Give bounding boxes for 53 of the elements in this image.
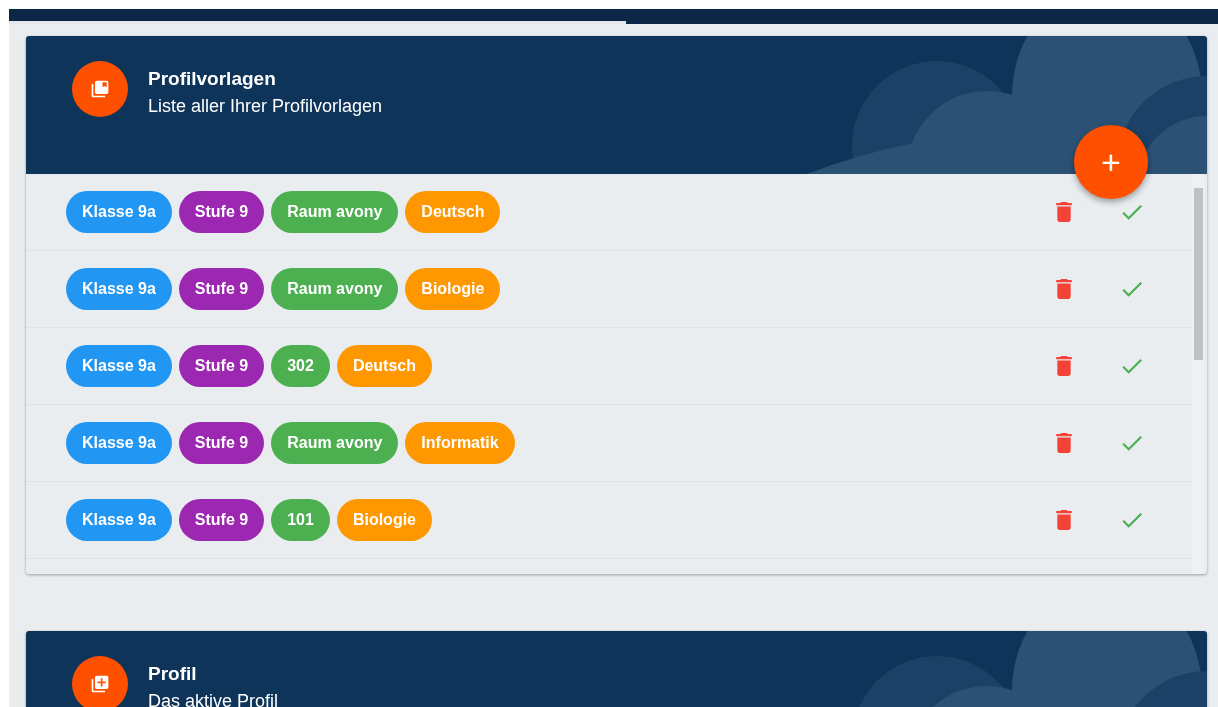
- apply-button[interactable]: [1122, 279, 1142, 299]
- tag-chip: Klasse 9a: [66, 345, 172, 387]
- template-row[interactable]: Klasse 9a Stufe 9 Raum avony Deutsch: [26, 174, 1192, 251]
- template-row[interactable]: Klasse 9a Stufe 9 Raum avony Informatik: [26, 405, 1192, 482]
- tag-chip: Deutsch: [405, 191, 501, 233]
- scrollbar[interactable]: [1192, 174, 1204, 574]
- delete-button[interactable]: [1054, 354, 1074, 378]
- add-button[interactable]: +: [1074, 125, 1148, 199]
- add-pages-icon: [90, 674, 110, 694]
- apply-button[interactable]: [1122, 356, 1142, 376]
- tag-chip: Klasse 9a: [66, 422, 172, 464]
- tag-chip: Informatik: [405, 422, 515, 464]
- checkmark-icon: [1122, 204, 1142, 220]
- tag-chip: Stufe 9: [178, 499, 265, 541]
- tag-chip: Klasse 9a: [66, 268, 172, 310]
- delete-button[interactable]: [1054, 200, 1074, 224]
- tag-chip: 302: [271, 345, 330, 387]
- tag-chip: Klasse 9a: [66, 191, 172, 233]
- trash-icon: [1056, 279, 1072, 299]
- tag-chip: Raum avony: [271, 422, 399, 464]
- checkmark-icon: [1122, 281, 1142, 297]
- delete-button[interactable]: [1054, 431, 1074, 455]
- apply-button[interactable]: [1122, 202, 1142, 222]
- tag-chip: Klasse 9a: [66, 499, 172, 541]
- tag-chip: Stufe 9: [178, 191, 265, 233]
- tag-chip: Stufe 9: [178, 422, 265, 464]
- apply-button[interactable]: [1122, 510, 1142, 530]
- delete-button[interactable]: [1054, 277, 1074, 301]
- tag-chip: Biologie: [336, 499, 432, 541]
- template-row[interactable]: Klasse 9a Stufe 9 302 Deutsch: [26, 328, 1192, 405]
- trash-icon: [1056, 202, 1072, 222]
- trash-icon: [1056, 356, 1072, 376]
- checkmark-icon: [1122, 435, 1142, 451]
- trash-icon: [1056, 510, 1072, 530]
- stacked-pages-icon: [90, 79, 110, 99]
- checkmark-icon: [1122, 512, 1142, 528]
- card-subtitle: Liste aller Ihrer Profilvorlagen: [148, 95, 383, 118]
- card-title: Profil: [148, 662, 198, 686]
- checkmark-icon: [1122, 358, 1142, 374]
- trash-icon: [1056, 433, 1072, 453]
- tag-chip: Stufe 9: [178, 268, 265, 310]
- card-subtitle: Das aktive Profil: [148, 690, 279, 707]
- tag-chip: 101: [271, 499, 330, 541]
- card-title: Profilvorlagen: [148, 67, 277, 91]
- template-row[interactable]: Klasse 9a Stufe 9 101 Biologie: [26, 482, 1192, 559]
- tag-chip: Raum avony: [271, 268, 399, 310]
- tag-chip: Biologie: [405, 268, 501, 310]
- tag-chip: Raum avony: [271, 191, 399, 233]
- delete-button[interactable]: [1054, 508, 1074, 532]
- tag-chip: Stufe 9: [178, 345, 265, 387]
- template-row[interactable]: Klasse 9a Stufe 9 Raum avony Biologie: [26, 251, 1192, 328]
- apply-button[interactable]: [1122, 433, 1142, 453]
- tag-chip: Deutsch: [336, 345, 432, 387]
